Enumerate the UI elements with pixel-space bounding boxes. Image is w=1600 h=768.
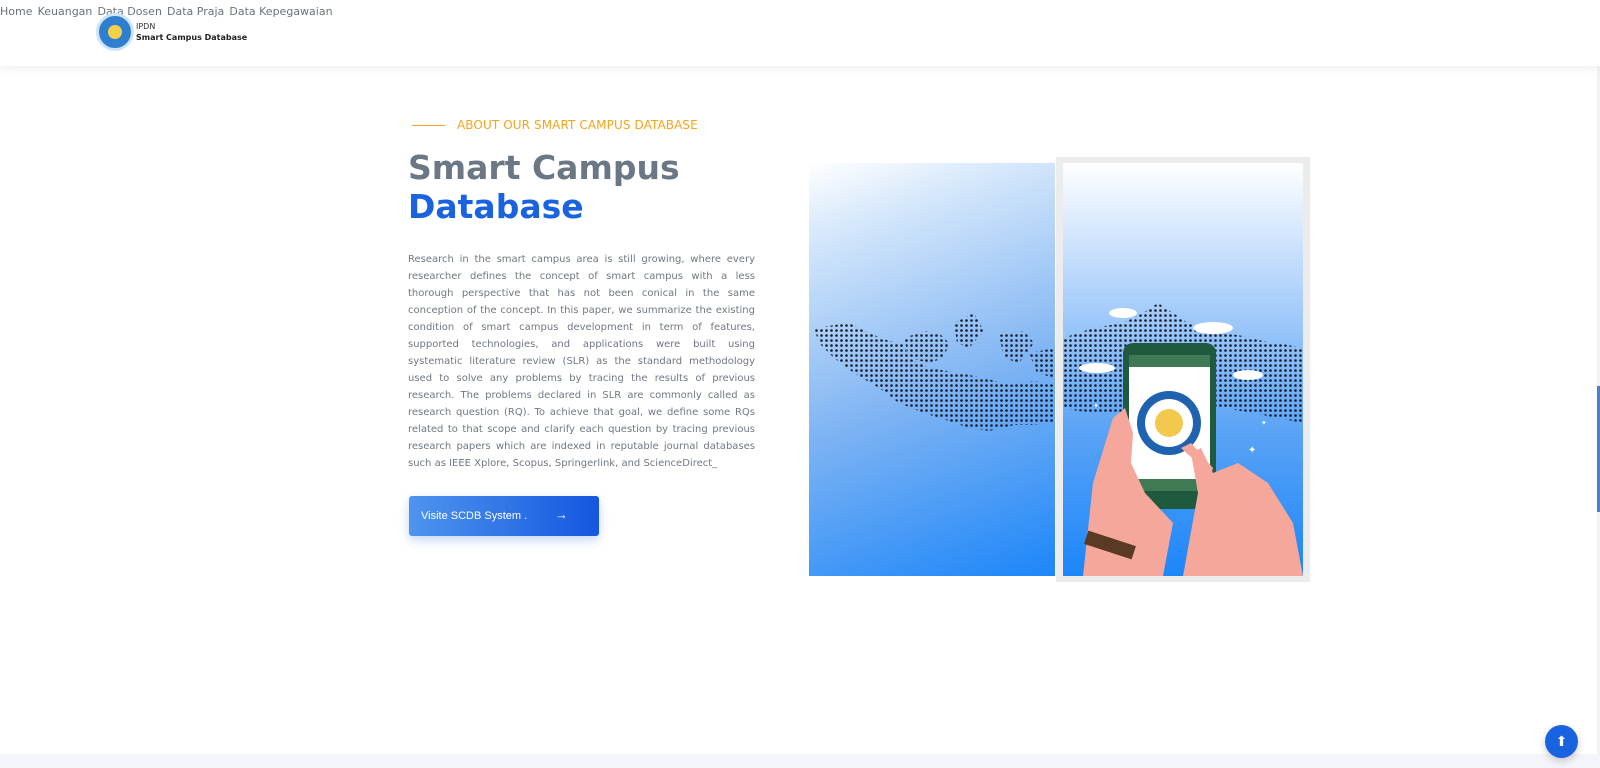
ipdn-emblem-icon	[96, 13, 134, 51]
visit-scdb-button[interactable]: Visite SCDB System . →	[409, 496, 599, 536]
title-line-1: Smart Campus	[408, 148, 680, 187]
nav-keuangan[interactable]: Keuangan	[38, 5, 93, 18]
nav-home[interactable]: Home	[0, 5, 32, 18]
cta-label: Visite SCDB System .	[421, 510, 528, 522]
eyebrow-text: ABOUT OUR SMART CAMPUS DATABASE	[457, 118, 698, 132]
section-title: Smart Campus Database	[408, 148, 680, 226]
arrow-up-icon: ⬆	[1555, 733, 1568, 750]
top-navbar: IPDN Smart Campus Database Home Keuangan…	[0, 0, 1600, 66]
map-panel	[809, 163, 1055, 576]
arrow-right-icon: →	[555, 507, 568, 522]
hero-illustration: ✦ ✦ ✦	[808, 156, 1310, 582]
svg-text:✦: ✦	[1093, 402, 1099, 410]
logo-subtitle: IPDN	[136, 22, 156, 31]
next-section-edge	[0, 754, 1600, 768]
section-description: Research in the smart campus area is sti…	[408, 254, 755, 469]
eyebrow-divider	[412, 124, 445, 126]
svg-text:✦: ✦	[1248, 445, 1256, 456]
phone-panel: ✦ ✦ ✦	[1063, 163, 1303, 576]
svg-text:✦: ✦	[1261, 419, 1267, 427]
title-line-2: Database	[408, 187, 584, 226]
site-logo[interactable]: IPDN Smart Campus Database	[96, 13, 247, 51]
hand-phone-illustration: ✦ ✦ ✦	[1063, 303, 1303, 576]
logo-title: Smart Campus Database	[136, 33, 248, 42]
scroll-to-top-button[interactable]: ⬆	[1545, 725, 1578, 758]
indonesia-dot-map	[814, 313, 1055, 431]
section-eyebrow: ABOUT OUR SMART CAMPUS DATABASE	[412, 118, 698, 132]
